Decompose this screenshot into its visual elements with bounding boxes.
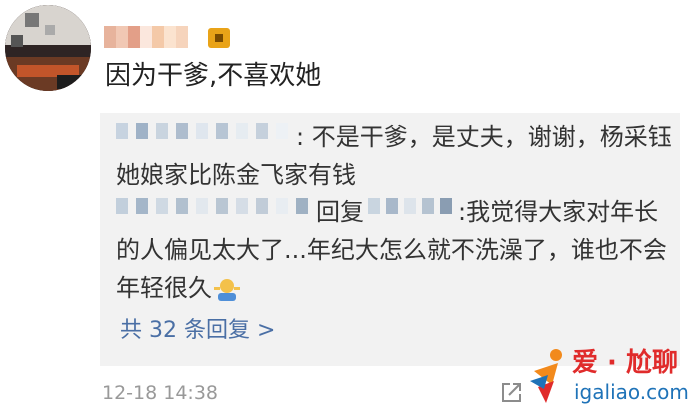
reply-item[interactable]: : 不是干爹，是丈夫，谢谢，杨采钰她娘家比陈金飞家有钱	[116, 118, 672, 194]
shrug-emoji-icon	[214, 275, 240, 301]
reply-username-pixelated[interactable]	[116, 123, 296, 143]
watermark-text-en: igaliao.com	[574, 380, 689, 404]
share-icon[interactable]	[499, 381, 523, 405]
reply-word: 回复	[316, 198, 364, 226]
comment-text: 因为干爹,不喜欢她	[105, 61, 322, 91]
avatar[interactable]	[5, 5, 91, 91]
reply-item[interactable]: 回复 :我觉得大家对年长的人偏见太大了...年纪大怎么就不洗澡了，谁也不会年轻很…	[116, 193, 672, 307]
more-replies-link[interactable]: 共 32 条回复 >	[120, 316, 275, 346]
watermark: 爱 · 尬聊 igaliao.com	[528, 345, 689, 411]
comment-timestamp: 12-18 14:38	[102, 382, 219, 404]
watermark-logo-icon	[530, 349, 562, 403]
comment-card: 因为干爹,不喜欢她 : 不是干爹，是丈夫，谢谢，杨采钰她娘家比陈金飞家有钱 回复…	[0, 0, 690, 413]
vip-badge-icon	[208, 28, 230, 48]
username-pixelated[interactable]	[104, 26, 200, 48]
reply-username-pixelated[interactable]	[116, 198, 316, 218]
watermark-text-cn: 爱 · 尬聊	[572, 348, 678, 378]
mention-username-pixelated[interactable]	[368, 198, 458, 218]
